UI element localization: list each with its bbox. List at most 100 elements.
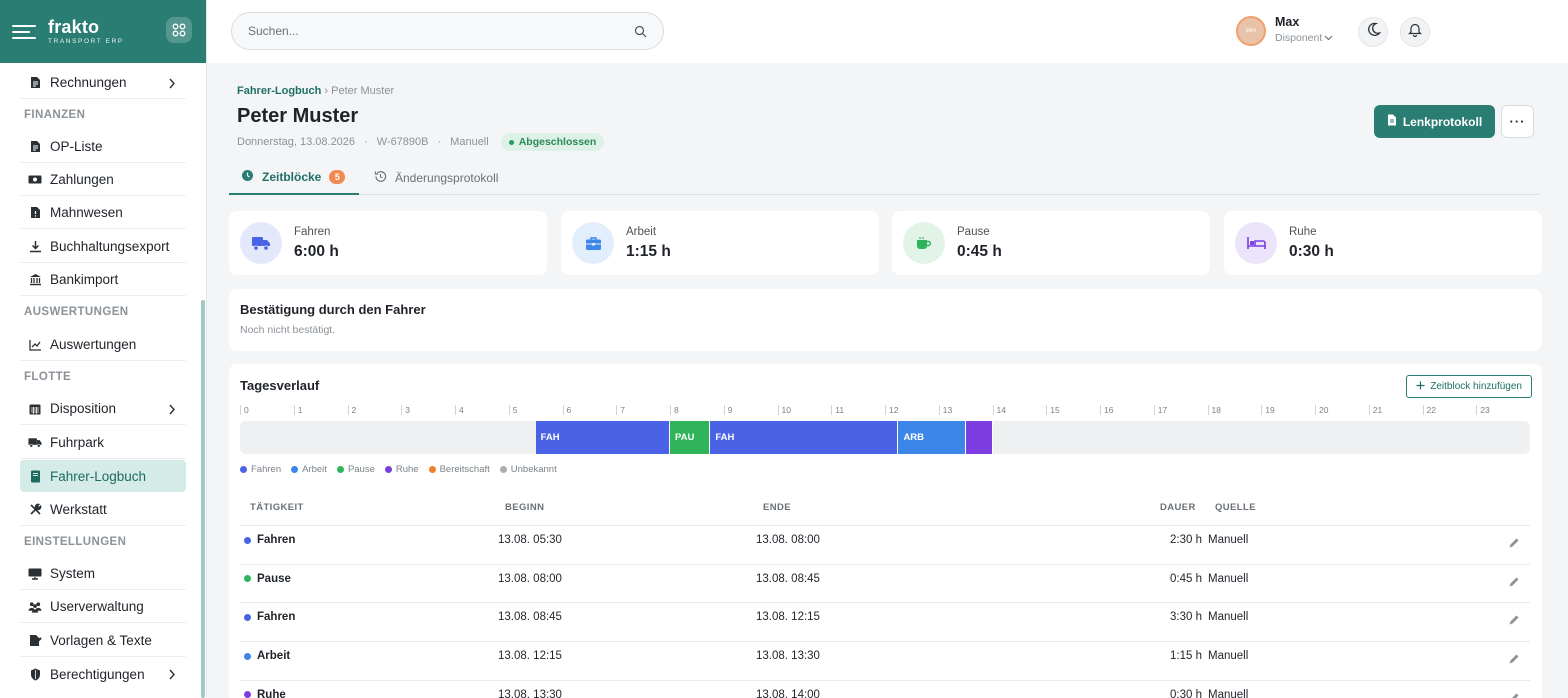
timeline-segment[interactable]: PAU: [670, 421, 711, 454]
column-header-duration[interactable]: DAUER: [1160, 502, 1196, 513]
hour-tick: 14: [992, 405, 1006, 415]
table-row[interactable]: Ruhe 13.08. 13:30 13.08. 14:00 0:30 h Manuel…: [240, 679, 1530, 698]
search-icon[interactable]: [634, 25, 647, 41]
cell-source: Manuell: [1208, 688, 1249, 698]
hour-tick: 23: [1476, 405, 1490, 415]
legend-dot: [428, 466, 436, 473]
tab-bar: Zeitblöcke 5 Änderungsprotokoll: [229, 160, 1540, 195]
book-icon: [28, 469, 42, 483]
sidebar-item-label: Disposition: [50, 401, 117, 416]
sidebar-item-fahrer-logbuch[interactable]: Fahrer-Logbuch: [20, 460, 186, 492]
hour-tick: 13: [938, 405, 952, 415]
add-timeblock-button[interactable]: Zeitblock hinzufügen: [1406, 375, 1532, 398]
user-menu[interactable]: Max Disponent: [1275, 15, 1333, 44]
tab-aenderungsprotokoll[interactable]: Änderungsprotokoll: [374, 160, 498, 195]
topbar: Suchen...: [207, 0, 1568, 63]
stat-value: 6:00 h: [294, 243, 339, 260]
hour-tick: 1: [293, 405, 302, 415]
hour-tick: 16: [1100, 405, 1113, 415]
user-name: Max: [1275, 15, 1300, 29]
legend-label: Unbekannt: [510, 464, 557, 475]
column-header-activity[interactable]: TÄTIGKEIT: [250, 502, 304, 513]
sidebar-item-label: OP-Liste: [50, 139, 103, 154]
sidebar-item-berechtigungen[interactable]: Berechtigungen: [20, 658, 186, 690]
confirmation-card: Bestätigung durch den Fahrer Noch nicht …: [229, 289, 1542, 351]
sidebar-item-fuhrpark[interactable]: Fuhrpark: [20, 427, 186, 459]
meta-separator: ·: [364, 136, 368, 148]
pencil-icon[interactable]: [1508, 692, 1520, 698]
sidebar-item-label: System: [50, 566, 96, 581]
pencil-icon[interactable]: [1508, 614, 1520, 629]
column-header-source[interactable]: QUELLE: [1215, 502, 1256, 513]
timeline-track[interactable]: FAH PAU FAH ARB: [240, 421, 1530, 454]
dark-mode-toggle[interactable]: [1358, 17, 1388, 47]
timeline-card: Tagesverlauf Zeitblock hinzufügen 012345…: [229, 364, 1542, 698]
more-options-button[interactable]: ···: [1501, 105, 1534, 138]
sidebar-scrollbar[interactable]: [201, 300, 205, 698]
lenkprotokoll-button[interactable]: Lenkprotokoll: [1374, 105, 1495, 138]
truck-icon: [28, 436, 42, 450]
table-row[interactable]: Arbeit 13.08. 12:15 13.08. 13:30 1:15 h Manu…: [240, 641, 1530, 679]
column-header-start[interactable]: BEGINN: [505, 502, 544, 513]
monitor-icon: [28, 567, 42, 581]
cell-source: Manuell: [1208, 650, 1249, 663]
table-row[interactable]: Fahren 13.08. 08:45 13.08. 12:15 3:30 h Manu…: [240, 602, 1530, 640]
tab-zeitbloecke[interactable]: Zeitblöcke 5: [229, 160, 359, 195]
legend-label: Arbeit: [302, 464, 327, 475]
cell-duration: 0:30 h: [1170, 688, 1202, 698]
timeline-segment[interactable]: FAH: [535, 421, 670, 454]
notifications-button[interactable]: [1400, 17, 1430, 47]
hour-tick: 17: [1153, 405, 1167, 415]
cell-end: 13.08. 12:15: [756, 611, 820, 624]
sidebar-item-system[interactable]: System: [20, 558, 186, 590]
pencil-icon[interactable]: [1508, 653, 1520, 668]
download-icon: [28, 240, 42, 254]
chevron-down-icon: [1324, 32, 1333, 44]
legend-dot: [240, 466, 247, 473]
bed-icon: [1235, 222, 1277, 264]
legend-item: Bereitschaft: [428, 464, 490, 475]
avatar[interactable]: MAX: [1236, 16, 1266, 46]
sidebar-item-op-liste[interactable]: OP-Liste: [20, 131, 186, 163]
sidebar-item-disposition[interactable]: Disposition: [20, 393, 186, 425]
timeline-segment[interactable]: [965, 421, 993, 454]
chevron-right-icon: [168, 403, 176, 418]
logo[interactable]: frakto TRANSPORT ERP: [48, 18, 124, 46]
cell-duration: 1:15 h: [1170, 650, 1202, 663]
sidebar-item-bankimport[interactable]: Bankimport: [20, 264, 186, 296]
add-timeblock-label: Zeitblock hinzufügen: [1430, 381, 1522, 392]
activity-label: Pause: [257, 572, 291, 585]
search-input[interactable]: Suchen...: [231, 12, 664, 50]
sidebar-item-vorlagen[interactable]: Vorlagen & Texte: [20, 625, 186, 657]
activity-label: Fahren: [257, 611, 296, 624]
apps-grid-icon[interactable]: [166, 17, 192, 43]
menu-toggle-icon[interactable]: [12, 23, 38, 41]
hour-tick: 4: [455, 405, 464, 415]
pencil-icon[interactable]: [1508, 537, 1520, 552]
activity-label: Arbeit: [257, 650, 291, 663]
sidebar-item-rechnungen[interactable]: Rechnungen: [20, 67, 186, 99]
sidebar-item-label: Berechtigungen: [50, 666, 145, 682]
cell-activity: Pause: [244, 573, 291, 585]
sidebar-item-auswertungen[interactable]: Auswertungen: [20, 329, 186, 361]
sidebar-item-werkstatt[interactable]: Werkstatt: [20, 494, 186, 526]
section-finanzen: FINANZEN: [24, 109, 86, 121]
table-row[interactable]: Fahren 13.08. 05:30 13.08. 08:00 2:30 h Manu…: [240, 525, 1530, 563]
timeline-segment[interactable]: ARB: [898, 421, 966, 454]
breadcrumb-link[interactable]: Fahrer-Logbuch: [237, 85, 321, 97]
sidebar: frakto TRANSPORT ERP Rechnungen FINANZEN…: [0, 0, 207, 698]
pencil-icon[interactable]: [1508, 576, 1520, 591]
breadcrumb-current: Peter Muster: [331, 85, 395, 97]
hour-tick: 18: [1207, 405, 1221, 415]
sidebar-item-zahlungen[interactable]: Zahlungen: [20, 164, 186, 196]
column-header-end[interactable]: ENDE: [763, 502, 791, 513]
activity-dot: [244, 536, 251, 544]
table-row[interactable]: Pause 13.08. 08:00 13.08. 08:45 0:45 h Manue…: [240, 563, 1530, 602]
user-role-row: Disponent: [1275, 32, 1333, 44]
sidebar-item-buchhaltungsexport[interactable]: Buchhaltungsexport: [20, 231, 186, 263]
activity-label: Ruhe: [257, 688, 286, 698]
sidebar-item-mahnwesen[interactable]: Mahnwesen: [20, 197, 186, 229]
sidebar-item-userverwaltung[interactable]: Userverwaltung: [20, 591, 186, 623]
stat-card-pause: Pause 0:45 h: [892, 211, 1210, 275]
timeline-segment[interactable]: FAH: [710, 421, 899, 454]
